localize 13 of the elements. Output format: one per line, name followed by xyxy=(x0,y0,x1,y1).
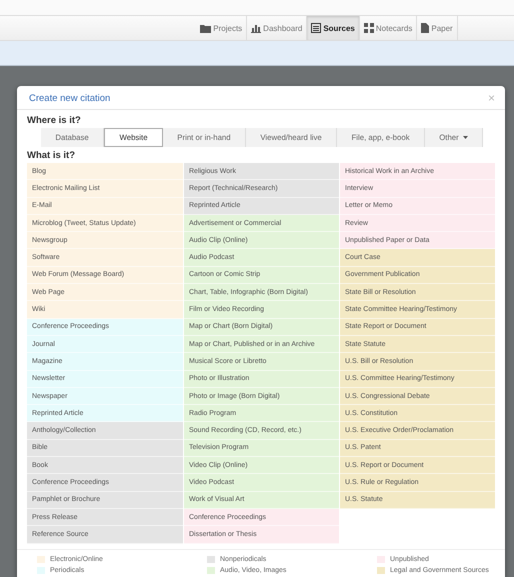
nav-tab[interactable]: Sources xyxy=(307,16,360,40)
file-icon xyxy=(421,23,430,33)
nav-tab[interactable]: Notecards xyxy=(360,16,418,40)
folder-icon xyxy=(200,24,212,32)
grid-icon xyxy=(364,23,374,33)
nav-tab[interactable]: Projects xyxy=(196,16,248,40)
bar-chart-icon xyxy=(251,24,262,32)
nav-tab[interactable]: Paper xyxy=(417,16,458,40)
dialog-title: Create new citation xyxy=(29,92,110,104)
list-icon xyxy=(311,23,322,33)
section-heading: Where is it? xyxy=(27,115,82,126)
section-heading: What is it? xyxy=(27,150,76,161)
caret-icon xyxy=(462,136,468,139)
